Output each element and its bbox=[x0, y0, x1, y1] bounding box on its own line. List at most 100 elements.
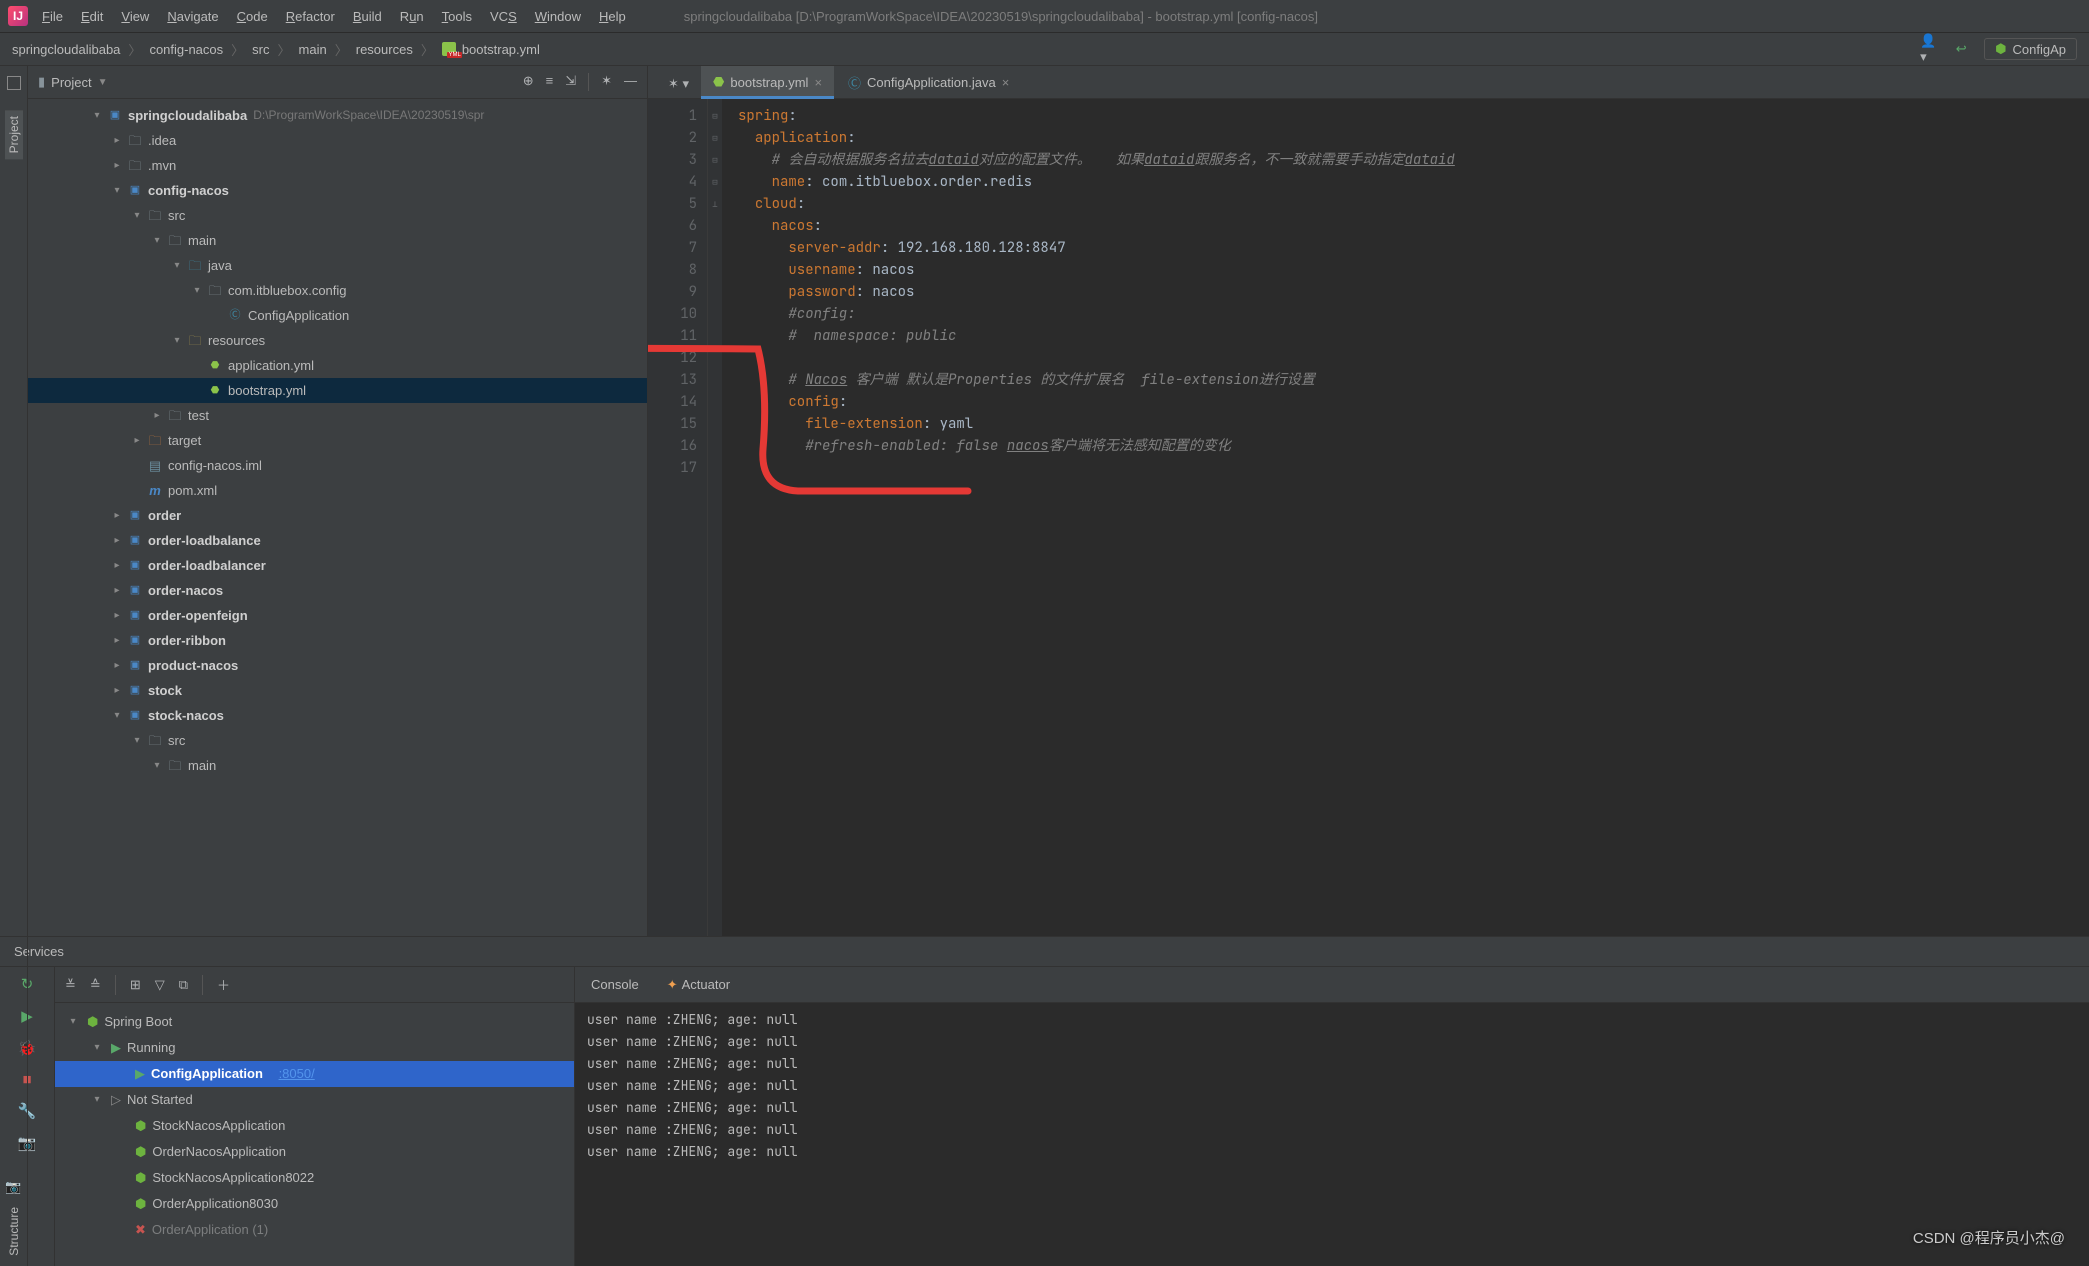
tree-node[interactable]: ConfigApplication bbox=[248, 305, 349, 326]
tree-node[interactable]: config-nacos bbox=[148, 180, 229, 201]
breadcrumb-item[interactable]: main bbox=[299, 42, 327, 57]
editor-gutter[interactable]: 123 456 789 101112 131415 1617 bbox=[648, 99, 708, 936]
tree-node[interactable]: order-openfeign bbox=[148, 605, 248, 626]
close-tab-icon[interactable]: × bbox=[1002, 75, 1010, 90]
tree-node[interactable]: .idea bbox=[148, 130, 176, 151]
collapse-all-icon[interactable]: ⇲ bbox=[565, 73, 576, 91]
tab-label: ConfigApplication.java bbox=[867, 75, 996, 90]
tree-node[interactable]: src bbox=[168, 730, 185, 751]
project-tree[interactable]: ▾▣springcloudalibabaD:\ProgramWorkSpace\… bbox=[28, 99, 647, 936]
services-root[interactable]: Spring Boot bbox=[104, 1011, 172, 1033]
menu-run[interactable]: Run bbox=[400, 9, 424, 24]
tree-node[interactable]: com.itbluebox.config bbox=[228, 280, 347, 301]
breadcrumb-item[interactable]: springcloudalibaba bbox=[12, 42, 120, 57]
running-group[interactable]: Running bbox=[127, 1037, 175, 1059]
menu-help[interactable]: Help bbox=[599, 9, 626, 24]
fold-column[interactable]: ⊟⊟ ⊟ ⊟ ⊥ bbox=[708, 99, 722, 936]
tree-node[interactable]: java bbox=[208, 255, 232, 276]
user-icon[interactable]: 👤▾ bbox=[1920, 40, 1938, 58]
camera-icon[interactable]: 📷 bbox=[5, 1179, 21, 1195]
project-view-selector[interactable]: ▮ Project ▼ bbox=[38, 74, 108, 90]
not-started-group[interactable]: Not Started bbox=[127, 1089, 193, 1111]
structure-tool-button[interactable]: Structure bbox=[7, 1207, 21, 1256]
service-app[interactable]: StockNacosApplication bbox=[152, 1115, 285, 1137]
tree-node[interactable]: main bbox=[188, 230, 216, 251]
tree-node[interactable]: target bbox=[168, 430, 201, 451]
tree-node-selected[interactable]: ⬣bootstrap.yml bbox=[28, 378, 647, 403]
run-icon: ▶ bbox=[135, 1063, 145, 1085]
service-app[interactable]: StockNacosApplication8022 bbox=[152, 1167, 314, 1189]
run-config-selector[interactable]: ⬢ ConfigAp bbox=[1984, 38, 2077, 60]
menu-navigate[interactable]: Navigate bbox=[167, 9, 218, 24]
running-app[interactable]: ConfigApplication bbox=[151, 1063, 263, 1085]
running-app-port[interactable]: :8050/ bbox=[279, 1063, 315, 1085]
breadcrumb-item[interactable]: config-nacos bbox=[149, 42, 223, 57]
services-tool-window: Services ↻ ▶ 🐞 ■ 🔧 📷 ≚ ≙ ⊞ ▽ ⧉ ＋ ▾⬢Sprin… bbox=[0, 936, 2089, 1266]
close-tab-icon[interactable]: × bbox=[814, 75, 822, 90]
tree-node[interactable]: config-nacos.iml bbox=[168, 455, 262, 476]
navigation-bar: springcloudalibaba〉 config-nacos〉 src〉 m… bbox=[0, 33, 2089, 66]
menu-vcs[interactable]: VCS bbox=[490, 9, 517, 24]
tab-label: bootstrap.yml bbox=[730, 75, 808, 90]
breadcrumb[interactable]: springcloudalibaba〉 config-nacos〉 src〉 m… bbox=[12, 40, 540, 59]
console-tab[interactable]: Console bbox=[587, 971, 643, 998]
back-arrow-icon[interactable]: ↩ bbox=[1952, 40, 1970, 58]
tree-node[interactable]: main bbox=[188, 755, 216, 776]
not-started-icon: ▷ bbox=[111, 1089, 121, 1111]
tree-node[interactable]: resources bbox=[208, 330, 265, 351]
settings-icon[interactable]: ✶ bbox=[601, 73, 612, 91]
tree-node[interactable]: application.yml bbox=[228, 355, 314, 376]
add-icon[interactable]: ＋ bbox=[217, 975, 230, 994]
code-content[interactable]: spring: application: # 会自动根据服务名拉去dataid对… bbox=[722, 99, 2089, 936]
tab-settings-icon[interactable]: ✶ ▾ bbox=[658, 70, 699, 98]
tree-node[interactable]: src bbox=[168, 205, 185, 226]
tree-node[interactable]: stock-nacos bbox=[148, 705, 224, 726]
menu-file[interactable]: File bbox=[42, 9, 63, 24]
tree-node[interactable]: order-loadbalance bbox=[148, 530, 261, 551]
menu-window[interactable]: Window bbox=[535, 9, 581, 24]
editor-tab[interactable]: Ⓒ ConfigApplication.java × bbox=[836, 65, 1021, 98]
project-tool-icon[interactable] bbox=[7, 76, 21, 90]
tree-node[interactable]: test bbox=[188, 405, 209, 426]
code-editor[interactable]: 123 456 789 101112 131415 1617 ⊟⊟ ⊟ ⊟ ⊥ … bbox=[648, 99, 2089, 936]
tree-node[interactable]: stock bbox=[148, 680, 182, 701]
services-tree[interactable]: ▾⬢Spring Boot ▾▶Running ▶ConfigApplicati… bbox=[55, 1003, 574, 1266]
actuator-tab[interactable]: ✦Actuator bbox=[663, 971, 734, 999]
filter-icon[interactable]: ▽ bbox=[155, 977, 165, 993]
menu-tools[interactable]: Tools bbox=[442, 9, 472, 24]
tree-root[interactable]: springcloudalibaba bbox=[128, 105, 247, 126]
tree-node[interactable]: order bbox=[148, 505, 181, 526]
java-class-icon: Ⓒ bbox=[848, 73, 861, 92]
menu-code[interactable]: Code bbox=[237, 9, 268, 24]
editor-tab[interactable]: ⬣ bootstrap.yml × bbox=[701, 66, 834, 99]
console-output[interactable]: user name :ZHENG; age: nulluser name :ZH… bbox=[575, 1003, 2089, 1266]
hide-icon[interactable]: — bbox=[624, 73, 637, 91]
spring-icon: ⬢ bbox=[135, 1193, 146, 1215]
layout-icon[interactable]: ⧉ bbox=[179, 977, 188, 993]
menu-refactor[interactable]: Refactor bbox=[286, 9, 335, 24]
service-app[interactable]: OrderApplication (1) bbox=[152, 1219, 268, 1241]
tree-node[interactable]: pom.xml bbox=[168, 480, 217, 501]
spring-icon: ⬢ bbox=[135, 1115, 146, 1137]
tree-node[interactable]: product-nacos bbox=[148, 655, 238, 676]
menu-build[interactable]: Build bbox=[353, 9, 382, 24]
tree-node[interactable]: order-nacos bbox=[148, 580, 223, 601]
menu-view[interactable]: View bbox=[121, 9, 149, 24]
project-tool-button[interactable]: Project bbox=[5, 110, 23, 159]
breadcrumb-item[interactable]: src bbox=[252, 42, 269, 57]
expand-icon[interactable]: ≚ bbox=[65, 977, 76, 993]
service-app[interactable]: OrderApplication8030 bbox=[152, 1193, 278, 1215]
select-opened-file-icon[interactable]: ⊕ bbox=[523, 73, 534, 91]
services-header[interactable]: Services bbox=[0, 937, 2089, 967]
expand-all-icon[interactable]: ≡ bbox=[546, 73, 554, 91]
run-config-label: ConfigAp bbox=[2013, 42, 2066, 57]
tree-node[interactable]: .mvn bbox=[148, 155, 176, 176]
menu-edit[interactable]: Edit bbox=[81, 9, 103, 24]
service-app[interactable]: OrderNacosApplication bbox=[152, 1141, 286, 1163]
tree-node[interactable]: order-ribbon bbox=[148, 630, 226, 651]
breadcrumb-item[interactable]: bootstrap.yml bbox=[462, 42, 540, 57]
group-icon[interactable]: ⊞ bbox=[130, 977, 141, 993]
tree-node[interactable]: order-loadbalancer bbox=[148, 555, 266, 576]
collapse-icon[interactable]: ≙ bbox=[90, 977, 101, 993]
breadcrumb-item[interactable]: resources bbox=[356, 42, 413, 57]
